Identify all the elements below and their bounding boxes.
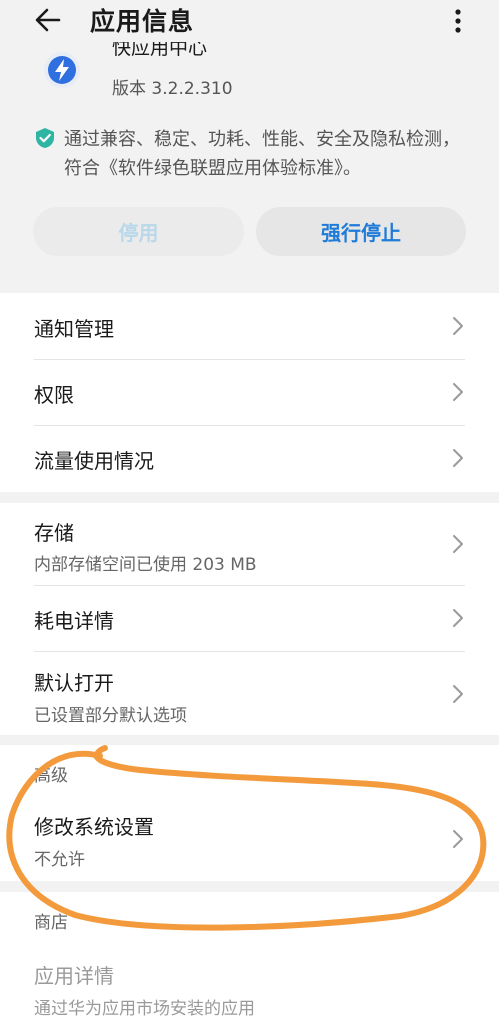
storage-summary: 内部存储空间已使用 203 MB [34, 555, 257, 575]
verified-shield-icon [36, 128, 54, 148]
app-name-container: 快应用中心 [112, 42, 312, 62]
permissions-label: 权限 [34, 383, 74, 407]
list-item-app-details: 应用详情 通过华为应用市场安装的应用 [34, 948, 465, 1028]
page-title: 应用信息 [90, 7, 195, 36]
list-item-permissions[interactable]: 权限 [34, 359, 465, 425]
chevron-right-icon [453, 449, 463, 467]
chevron-right-icon [453, 535, 463, 553]
settings-card-1: 通知管理 权限 流量使用情况 [0, 293, 499, 492]
list-item-power-usage[interactable]: 耗电详情 [34, 585, 465, 651]
list-item-modify-system-settings[interactable]: 修改系统设置 不允许 [34, 797, 465, 881]
list-item-data-usage[interactable]: 流量使用情况 [34, 425, 465, 492]
advanced-section-label: 高级 [34, 766, 68, 786]
storage-label: 存储 [34, 521, 74, 545]
modify-system-settings-status: 不允许 [34, 850, 85, 870]
top-app-bar: 应用信息 [0, 0, 499, 42]
chevron-right-icon [453, 317, 463, 335]
chevron-right-icon [453, 609, 463, 627]
settings-card-2: 存储 内部存储空间已使用 203 MB 耗电详情 默认打开 已设置部分默认选项 [0, 503, 499, 735]
more-vert-icon[interactable] [446, 4, 470, 36]
force-stop-button[interactable]: 强行停止 [256, 207, 466, 256]
chevron-right-icon [453, 830, 463, 848]
verification-text: 通过兼容、稳定、功耗、性能、安全及隐私检测，符合《软件绿色联盟应用体验标准》。 [64, 129, 460, 179]
store-section-label: 商店 [34, 913, 68, 933]
app-logo-icon [44, 52, 80, 88]
data-usage-label: 流量使用情况 [34, 449, 154, 473]
app-version: 版本 3.2.2.310 [112, 79, 233, 99]
list-item-open-by-default[interactable]: 默认打开 已设置部分默认选项 [34, 651, 465, 735]
list-item-notifications[interactable]: 通知管理 [34, 293, 465, 359]
disable-button[interactable]: 停用 [33, 207, 244, 256]
back-arrow-icon[interactable] [32, 4, 64, 36]
app-info-page: 应用信息 快应用中心 版本 3.2.2.310 通过兼容、稳定、功耗、性能、安全… [0, 0, 499, 1028]
list-item-storage[interactable]: 存储 内部存储空间已使用 203 MB [34, 503, 465, 585]
open-by-default-label: 默认打开 [34, 671, 114, 695]
power-usage-label: 耗电详情 [34, 609, 114, 633]
chevron-right-icon [453, 685, 463, 703]
app-details-source: 通过华为应用市场安装的应用 [34, 999, 255, 1019]
store-card: 商店 应用详情 通过华为应用市场安装的应用 [0, 892, 499, 1028]
modify-system-settings-label: 修改系统设置 [34, 815, 154, 839]
notifications-label: 通知管理 [34, 317, 114, 341]
open-by-default-summary: 已设置部分默认选项 [34, 706, 187, 726]
app-details-label: 应用详情 [34, 964, 114, 988]
app-name: 快应用中心 [112, 42, 208, 59]
chevron-right-icon [453, 383, 463, 401]
advanced-card: 高级 修改系统设置 不允许 [0, 745, 499, 881]
